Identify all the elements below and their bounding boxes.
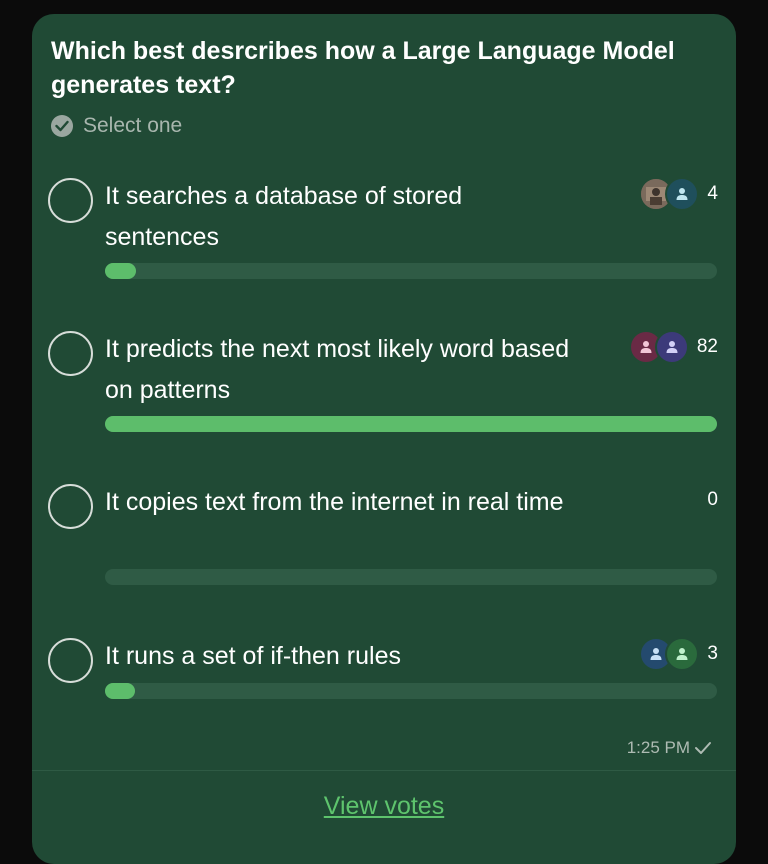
poll-option[interactable]: It searches a database of stored sentenc… <box>32 172 736 292</box>
vote-count: 3 <box>707 643 718 664</box>
radio-button[interactable] <box>48 178 93 223</box>
voter-avatars[interactable]: 82 <box>628 329 718 365</box>
voter-avatars[interactable]: 4 <box>639 176 718 212</box>
vote-progress-bar <box>105 416 717 432</box>
poll-instruction: Select one <box>51 114 182 138</box>
vote-progress-bar <box>105 683 717 699</box>
person-icon <box>665 177 700 211</box>
option-text: It predicts the next most likely word ba… <box>105 335 570 404</box>
person-icon <box>654 330 689 364</box>
vote-count: 82 <box>696 336 718 357</box>
vote-count: 0 <box>707 489 718 510</box>
view-votes-link[interactable]: View votes <box>32 792 736 821</box>
vote-count: 4 <box>707 183 718 204</box>
poll-option[interactable]: It predicts the next most likely word ba… <box>32 325 736 445</box>
check-icon <box>694 741 712 755</box>
vote-progress-bar <box>105 263 717 279</box>
poll-question: Which best desrcribes how a Large Langua… <box>51 37 675 99</box>
poll-message-card: Which best desrcribes how a Large Langua… <box>32 14 736 864</box>
vote-progress-fill <box>105 416 717 432</box>
message-timestamp: 1:25 PM <box>627 738 712 758</box>
vote-progress-fill <box>105 263 136 279</box>
select-one-label: Select one <box>83 114 183 137</box>
voter-avatars[interactable]: 0 <box>699 482 718 518</box>
person-icon <box>665 637 700 671</box>
radio-button[interactable] <box>48 638 93 683</box>
vote-progress-bar <box>105 569 717 585</box>
time-label: 1:25 PM <box>626 738 690 757</box>
option-text: It copies text from the internet in real… <box>105 488 564 516</box>
voter-avatars[interactable]: 3 <box>639 636 718 672</box>
vote-progress-fill <box>105 683 135 699</box>
check-circle-icon <box>51 115 73 137</box>
poll-option[interactable]: It copies text from the internet in real… <box>32 478 736 598</box>
footer-divider <box>32 770 736 771</box>
radio-button[interactable] <box>48 484 93 529</box>
option-text: It searches a database of stored sentenc… <box>105 182 463 251</box>
poll-option[interactable]: It runs a set of if-then rules 3 <box>32 632 736 752</box>
option-text: It runs a set of if-then rules <box>105 642 401 670</box>
radio-button[interactable] <box>48 331 93 376</box>
